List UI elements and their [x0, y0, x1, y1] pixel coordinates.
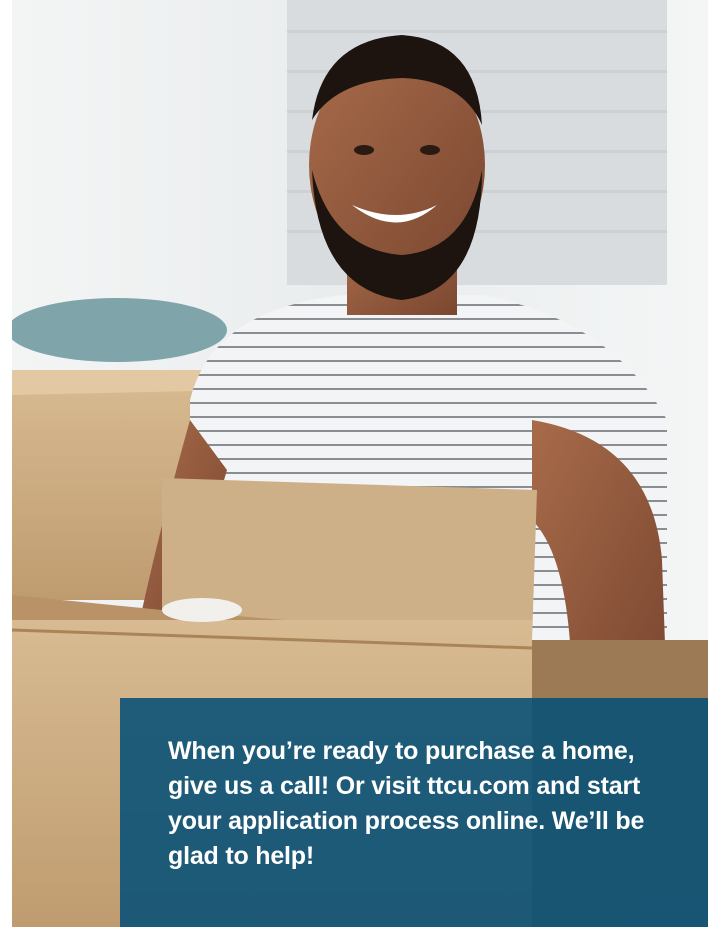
tissue-paper	[162, 598, 242, 622]
teal-pillow	[12, 298, 227, 362]
left-eye	[354, 145, 374, 155]
call-to-action-text: When you’re ready to purchase a home, gi…	[168, 737, 645, 870]
call-to-action-panel: When you’re ready to purchase a home, gi…	[120, 698, 708, 927]
right-eye	[420, 145, 440, 155]
page-margin	[0, 0, 12, 927]
